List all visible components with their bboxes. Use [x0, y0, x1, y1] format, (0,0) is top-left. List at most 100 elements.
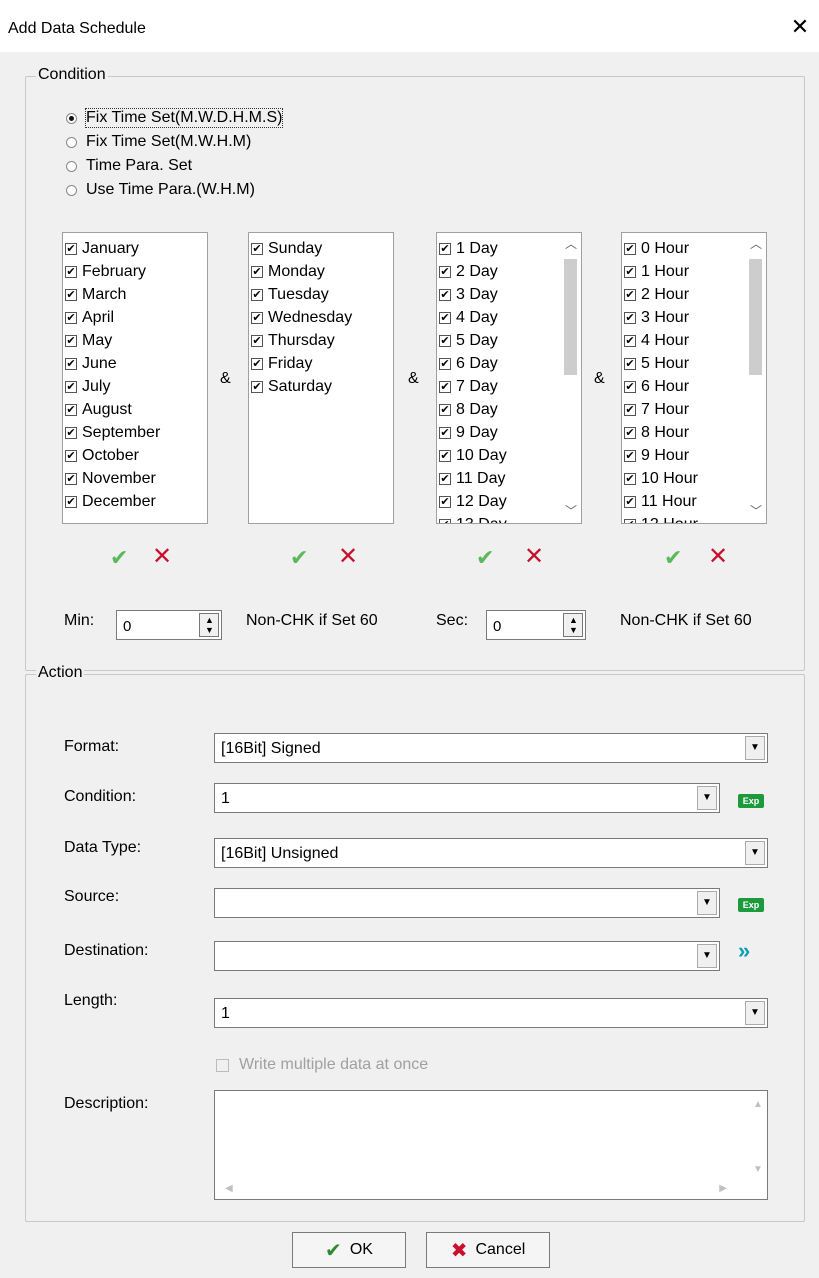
checkbox[interactable]: ✔ [65, 495, 77, 508]
checkbox[interactable]: ✔ [65, 265, 77, 278]
checkbox[interactable]: ✔ [624, 380, 636, 393]
radio-use-time-para[interactable]: Use Time Para.(W.H.M) [66, 179, 255, 201]
month-list[interactable]: ✔ January ✔ February ✔ March ✔ April ✔ May ✔ J… [62, 232, 208, 524]
description-textarea[interactable]: ▲ ▼ ◀ ▶ [214, 1090, 768, 1200]
sec-spinner[interactable]: 0 ▲ ▼ [486, 610, 586, 640]
list-item[interactable]: ✔ 2 Day [439, 260, 507, 283]
close-icon[interactable]: ✕ [787, 14, 813, 40]
checkbox[interactable]: ✔ [624, 495, 636, 508]
checkbox[interactable]: ✔ [251, 242, 263, 255]
checkbox[interactable]: ✔ [65, 449, 77, 462]
weekday-list[interactable]: ✔ Sunday ✔ Monday ✔ Tuesday ✔ Wednesday ✔ Thu… [248, 232, 394, 524]
checkbox[interactable]: ✔ [251, 380, 263, 393]
radio-dot[interactable] [66, 112, 77, 124]
clear-months-icon[interactable]: ✕ [152, 542, 172, 571]
list-item[interactable]: ✔ 9 Hour [624, 444, 698, 467]
list-item[interactable]: ✔ 1 Hour [624, 260, 698, 283]
checkbox[interactable]: ✔ [439, 426, 451, 439]
list-item[interactable]: ✔12 Hour [624, 513, 698, 523]
list-item[interactable]: ✔ 10 Day [439, 444, 507, 467]
select-all-weekdays-icon[interactable]: ✔ [290, 545, 308, 571]
checkbox[interactable]: ✔ [624, 357, 636, 370]
list-item[interactable]: ✔ December [65, 490, 160, 513]
checkbox[interactable]: ✔ [624, 311, 636, 324]
radio-dot[interactable] [66, 184, 77, 196]
list-item[interactable]: ✔ 3 Day [439, 283, 507, 306]
checkbox[interactable]: ✔ [624, 449, 636, 462]
chevron-down-icon[interactable]: ▼ [745, 736, 765, 760]
source-select[interactable]: ▼ [214, 888, 720, 918]
checkbox[interactable]: ✔ [439, 311, 451, 324]
list-item[interactable]: ✔ 11 Hour [624, 490, 698, 513]
list-item[interactable]: ✔ May [65, 329, 160, 352]
list-item[interactable]: ✔ Monday [251, 260, 352, 283]
checkbox[interactable]: ✔ [439, 449, 451, 462]
checkbox[interactable]: ✔ [251, 288, 263, 301]
list-item[interactable]: ✔ Friday [251, 352, 352, 375]
checkbox[interactable]: ✔ [624, 242, 636, 255]
min-spin-buttons[interactable]: ▲ ▼ [199, 613, 219, 637]
list-item[interactable]: ✔ 7 Day [439, 375, 507, 398]
chevron-down-icon[interactable]: ▼ [697, 944, 717, 968]
condition-expression-button[interactable]: Exp [738, 794, 764, 808]
list-item[interactable]: ✔ October [65, 444, 160, 467]
checkbox[interactable]: ✔ [65, 357, 77, 370]
scroll-up-icon[interactable]: ︿ [750, 235, 762, 252]
list-item[interactable]: ✔13 Day [439, 513, 507, 523]
list-item[interactable]: ✔ 8 Hour [624, 421, 698, 444]
list-item[interactable]: ✔ 5 Hour [624, 352, 698, 375]
radio-dot[interactable] [66, 136, 77, 148]
list-item[interactable]: ✔ 8 Day [439, 398, 507, 421]
list-item[interactable]: ✔ July [65, 375, 160, 398]
radio-fix-time-mwdhms[interactable]: Fix Time Set(M.W.D.H.M.S) [66, 107, 284, 129]
list-item[interactable]: ✔ 0 Hour [624, 237, 698, 260]
clear-weekdays-icon[interactable]: ✕ [338, 542, 358, 571]
clear-hours-icon[interactable]: ✕ [708, 542, 728, 571]
scroll-thumb[interactable] [564, 259, 577, 375]
checkbox[interactable]: ✔ [439, 495, 451, 508]
list-item[interactable]: ✔ August [65, 398, 160, 421]
chevron-down-icon[interactable]: ▼ [697, 786, 717, 810]
list-item[interactable]: ✔ January [65, 237, 160, 260]
list-item[interactable]: ✔ Tuesday [251, 283, 352, 306]
list-item[interactable]: ✔ 5 Day [439, 329, 507, 352]
scroll-up-icon[interactable]: ︿ [565, 235, 577, 252]
chevron-down-icon[interactable]: ▼ [697, 891, 717, 915]
checkbox[interactable]: ✔ [251, 357, 263, 370]
hour-list[interactable]: ✔ 0 Hour ✔ 1 Hour ✔ 2 Hour ✔ 3 Hour ✔ 4 Hour … [621, 232, 767, 524]
day-list-scrollbar[interactable]: ︿ ﹀ [561, 233, 581, 523]
day-list[interactable]: ✔ 1 Day ✔ 2 Day ✔ 3 Day ✔ 4 Day ✔ 5 Day ✔ 6 Da… [436, 232, 582, 524]
select-all-hours-icon[interactable]: ✔ [664, 545, 682, 571]
list-item[interactable]: ✔ September [65, 421, 160, 444]
list-item[interactable]: ✔ Thursday [251, 329, 352, 352]
checkbox[interactable]: ✔ [439, 357, 451, 370]
list-item[interactable]: ✔ Wednesday [251, 306, 352, 329]
list-item[interactable]: ✔ 10 Hour [624, 467, 698, 490]
list-item[interactable]: ✔ 6 Hour [624, 375, 698, 398]
list-item[interactable]: ✔ Saturday [251, 375, 352, 398]
destination-select[interactable]: ▼ [214, 941, 720, 971]
checkbox[interactable]: ✔ [65, 403, 77, 416]
list-item[interactable]: ✔ 1 Day [439, 237, 507, 260]
checkbox[interactable]: ✔ [624, 403, 636, 416]
list-item[interactable]: ✔ 12 Day [439, 490, 507, 513]
list-item[interactable]: ✔ 6 Day [439, 352, 507, 375]
condition-select[interactable]: 1 ▼ [214, 783, 720, 813]
source-expression-button[interactable]: Exp [738, 898, 764, 912]
sec-spin-buttons[interactable]: ▲ ▼ [563, 613, 583, 637]
list-item[interactable]: ✔ 11 Day [439, 467, 507, 490]
hour-list-scrollbar[interactable]: ︿ ﹀ [746, 233, 766, 523]
destination-browse-icon[interactable]: » [738, 938, 750, 964]
ok-button[interactable]: ✔ OK [292, 1232, 406, 1268]
list-item[interactable]: ✔ November [65, 467, 160, 490]
length-select[interactable]: 1 ▼ [214, 998, 768, 1028]
radio-fix-time-mwhm[interactable]: Fix Time Set(M.W.H.M) [66, 131, 251, 153]
checkbox[interactable]: ✔ [439, 242, 451, 255]
checkbox[interactable]: ✔ [65, 288, 77, 301]
checkbox[interactable]: ✔ [439, 472, 451, 485]
list-item[interactable]: ✔ 2 Hour [624, 283, 698, 306]
checkbox[interactable]: ✔ [439, 403, 451, 416]
checkbox[interactable]: ✔ [65, 242, 77, 255]
scroll-thumb[interactable] [749, 259, 762, 375]
format-select[interactable]: [16Bit] Signed ▼ [214, 733, 768, 763]
